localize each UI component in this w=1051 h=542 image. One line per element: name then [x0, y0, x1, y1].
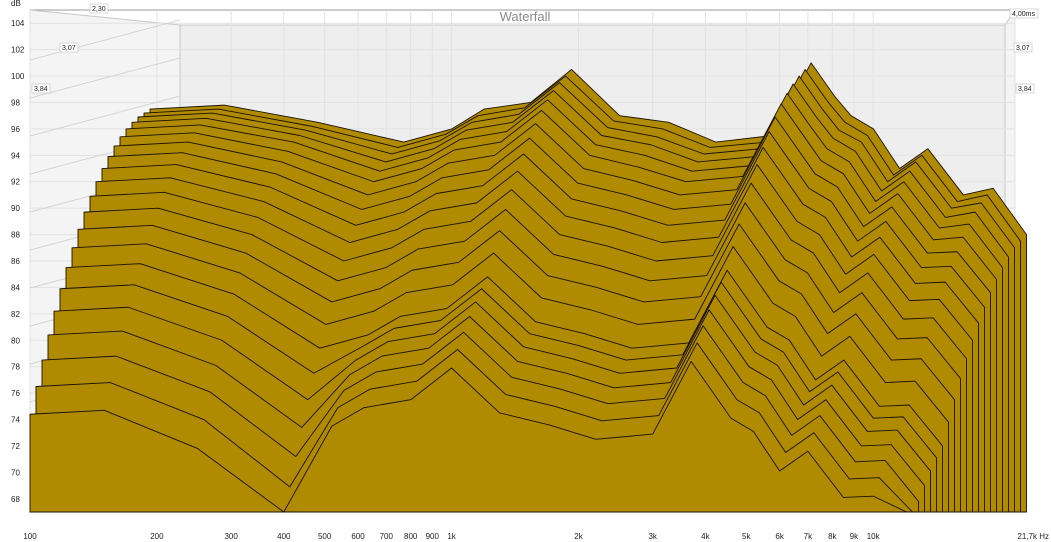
time-label: 2,30	[92, 6, 106, 13]
y-tick-label: 88	[11, 231, 20, 240]
y-tick-label: 72	[11, 442, 20, 451]
x-tick-label: 6k	[775, 532, 784, 541]
x-tick-label: 10k	[867, 532, 881, 541]
x-tick-label: 900	[426, 532, 440, 541]
y-tick-label: 90	[11, 204, 20, 213]
y-tick-label: 98	[11, 98, 20, 107]
y-tick-label: 100	[11, 72, 25, 81]
x-tick-label: 7k	[804, 532, 813, 541]
x-tick-label: 1k	[447, 532, 456, 541]
y-tick-label: 82	[11, 310, 20, 319]
x-tick-label: 500	[318, 532, 332, 541]
x-tick-label: 700	[380, 532, 394, 541]
time-label: 4,00ms	[1012, 11, 1035, 18]
y-tick-label: 78	[11, 363, 20, 372]
y-tick-label: 68	[11, 495, 20, 504]
x-tick-label: 600	[351, 532, 365, 541]
chart-title: Waterfall	[500, 9, 551, 24]
x-tick-label: 800	[404, 532, 418, 541]
x-tick-label: 100	[23, 532, 37, 541]
x-tick-label: 5k	[742, 532, 751, 541]
waterfall-plot: 68 70 72 74 76 78 80 82 84 86 88 90 92 94 96 98 100 102 10…	[11, 0, 1049, 541]
x-tick-label: 2k	[574, 532, 583, 541]
y-tick-label: 70	[11, 468, 20, 477]
y-tick-label: 104	[11, 19, 25, 28]
y-tick-label: 84	[11, 283, 20, 292]
x-tick-label: 400	[277, 532, 291, 541]
y-tick-label: 80	[11, 336, 20, 345]
y-axis-label: dB	[11, 0, 21, 8]
x-tick-label: 300	[224, 532, 238, 541]
x-tick-label: 21,7k Hz	[1017, 532, 1049, 541]
y-tick-label: 94	[11, 151, 20, 160]
time-label: 3,84	[34, 86, 48, 93]
y-tick-label: 76	[11, 389, 20, 398]
x-tick-label: 9k	[850, 532, 859, 541]
time-label: 3,84	[1018, 86, 1032, 93]
y-tick-label: 92	[11, 178, 20, 187]
x-tick-label: 8k	[828, 532, 837, 541]
y-tick-label: 74	[11, 416, 20, 425]
y-tick-label: 96	[11, 125, 20, 134]
x-tick-label: 200	[150, 532, 164, 541]
y-tick-label: 102	[11, 46, 25, 55]
time-label: 3,07	[1016, 45, 1030, 52]
x-tick-label: 4k	[701, 532, 710, 541]
y-tick-label: 86	[11, 257, 20, 266]
time-label: 3,07	[62, 45, 76, 52]
x-tick-label: 3k	[648, 532, 657, 541]
